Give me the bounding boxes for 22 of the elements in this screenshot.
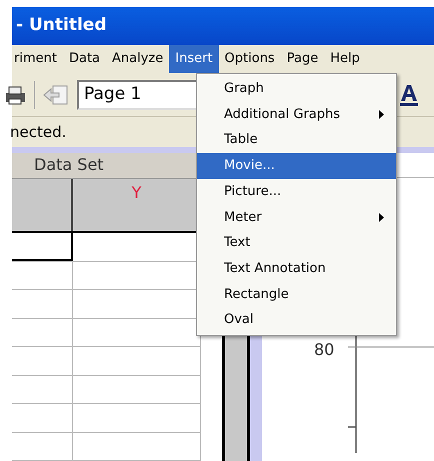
table-cell[interactable]	[12, 233, 73, 260]
menu-option[interactable]: Text	[197, 230, 396, 256]
menu-item[interactable]: Data	[62, 45, 106, 73]
menu-item[interactable]: Insert	[169, 45, 219, 73]
menu-item[interactable]: Help	[324, 45, 366, 73]
menu-option[interactable]: Meter	[197, 204, 396, 230]
back-page-icon[interactable]	[43, 84, 69, 106]
window-title: - Untitled	[16, 14, 106, 38]
menu-option[interactable]: Picture...	[197, 178, 396, 204]
menu-option[interactable]: Text Annotation	[197, 256, 396, 282]
printer-icon[interactable]	[6, 84, 26, 104]
axis-tick-label: 80	[314, 339, 334, 361]
menu-item[interactable]: Analyze	[106, 45, 170, 73]
menu-option[interactable]: Oval	[197, 307, 396, 333]
font-color-icon[interactable]	[400, 84, 418, 106]
status-text: nected.	[10, 122, 66, 143]
menu-option[interactable]: Movie...	[197, 153, 396, 179]
menu-item[interactable]: Page	[280, 45, 324, 73]
menu-option[interactable]: Rectangle	[197, 282, 396, 308]
menu-item[interactable]: riment	[8, 45, 63, 73]
menu-option[interactable]: Table	[197, 127, 396, 154]
menu-item[interactable]: Options	[218, 45, 281, 73]
